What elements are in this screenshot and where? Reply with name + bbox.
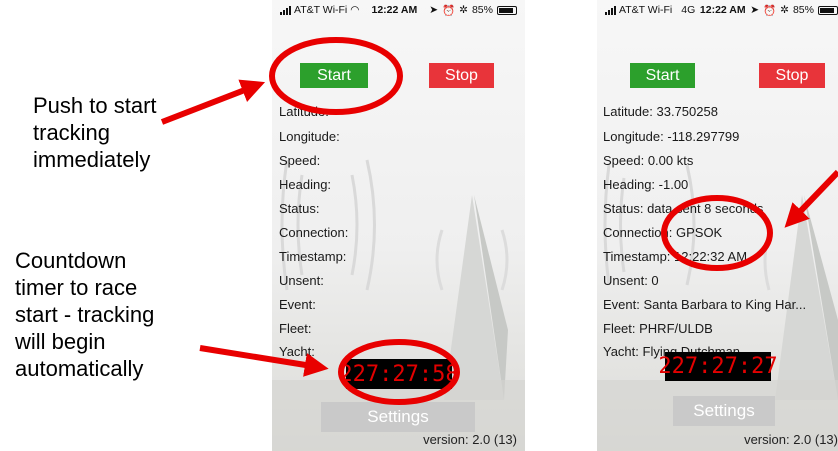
- timestamp-field: Timestamp: 12:22:32 AM: [603, 249, 748, 264]
- latitude-field: Latitude:: [279, 104, 329, 119]
- location-icon: ➤: [750, 4, 760, 16]
- start-button[interactable]: Start: [630, 63, 695, 88]
- signal-icon: [605, 5, 616, 15]
- start-arrow: [160, 79, 266, 125]
- bluetooth-icon: ✲: [459, 4, 468, 16]
- countdown-annotation-line: timer to race: [15, 275, 138, 300]
- countdown-annotation-line: automatically: [15, 356, 144, 381]
- countdown-annotation: Countdown timer to race start - tracking…: [15, 247, 154, 382]
- phone-screenshot-before: AT&T Wi-Fi ◠ 12:22 AM ➤ ⏰ ✲ 85% Start St…: [272, 0, 525, 451]
- fleet-field: Fleet:: [279, 321, 312, 336]
- longitude-field: Longitude: -118.297799: [603, 129, 740, 144]
- phone-screenshot-after: AT&T Wi-Fi 4G 12:22 AM ➤ ⏰ ✲ 85% Start S…: [597, 0, 838, 451]
- status-bar: AT&T Wi-Fi 4G 12:22 AM ➤ ⏰ ✲ 85%: [597, 0, 838, 20]
- speed-field: Speed: 0.00 kts: [603, 153, 694, 168]
- battery-percent: 85%: [471, 4, 493, 16]
- start-annotation-line: immediately: [33, 147, 151, 172]
- status-field: Status: data sent 8 seconds: [603, 201, 764, 216]
- heading-field: Heading:: [279, 177, 332, 192]
- wifi-icon: ◠: [350, 4, 360, 16]
- countdown-timer: 227:27:58: [339, 359, 459, 389]
- event-field: Event: Santa Barbara to King Har...: [603, 297, 807, 312]
- start-annotation-line: tracking: [33, 120, 111, 145]
- countdown-annotation-line: Countdown: [15, 248, 127, 273]
- alarm-icon: ⏰: [442, 4, 456, 17]
- settings-button[interactable]: Settings: [321, 402, 475, 432]
- start-annotation: Push to start tracking immediately: [33, 92, 157, 173]
- location-icon: ➤: [429, 4, 439, 16]
- fleet-field: Fleet: PHRF/ULDB: [603, 321, 713, 336]
- alarm-icon: ⏰: [763, 4, 777, 17]
- version-label: version: 2.0 (13): [744, 432, 838, 447]
- signal-icon: [280, 5, 291, 15]
- start-button[interactable]: Start: [300, 63, 368, 88]
- clock: 12:22 AM: [371, 4, 418, 16]
- battery-icon: [496, 5, 517, 15]
- countdown-annotation-line: will begin: [15, 329, 106, 354]
- carrier-label: AT&T Wi-Fi: [619, 4, 673, 16]
- yacht-field: Yacht:: [279, 344, 315, 359]
- clock: 12:22 AM: [699, 4, 746, 16]
- timestamp-field: Timestamp:: [279, 249, 347, 264]
- speed-field: Speed:: [279, 153, 321, 168]
- countdown-annotation-line: start - tracking: [15, 302, 155, 327]
- carrier-label: AT&T Wi-Fi: [294, 4, 348, 16]
- connection-field: Connection: GPSOK: [603, 225, 723, 240]
- status-bar: AT&T Wi-Fi ◠ 12:22 AM ➤ ⏰ ✲ 85%: [272, 0, 525, 20]
- heading-field: Heading: -1.00: [603, 177, 689, 192]
- start-annotation-line: Push to start: [33, 93, 157, 118]
- unsent-field: Unsent:: [279, 273, 324, 288]
- version-label: version: 2.0 (13): [423, 432, 517, 447]
- battery-percent: 85%: [792, 4, 814, 16]
- unsent-field: Unsent: 0: [603, 273, 659, 288]
- countdown-timer: 227:27:27: [658, 352, 778, 381]
- bluetooth-icon: ✲: [780, 4, 789, 16]
- stop-button[interactable]: Stop: [429, 63, 494, 88]
- status-field: Status:: [279, 201, 320, 216]
- event-field: Event:: [279, 297, 316, 312]
- settings-button[interactable]: Settings: [673, 396, 775, 426]
- stop-button[interactable]: Stop: [759, 63, 825, 88]
- connection-field: Connection:: [279, 225, 349, 240]
- longitude-field: Longitude:: [279, 129, 340, 144]
- latitude-field: Latitude: 33.750258: [603, 104, 718, 119]
- network-label: 4G: [681, 4, 696, 16]
- battery-icon: [817, 5, 838, 15]
